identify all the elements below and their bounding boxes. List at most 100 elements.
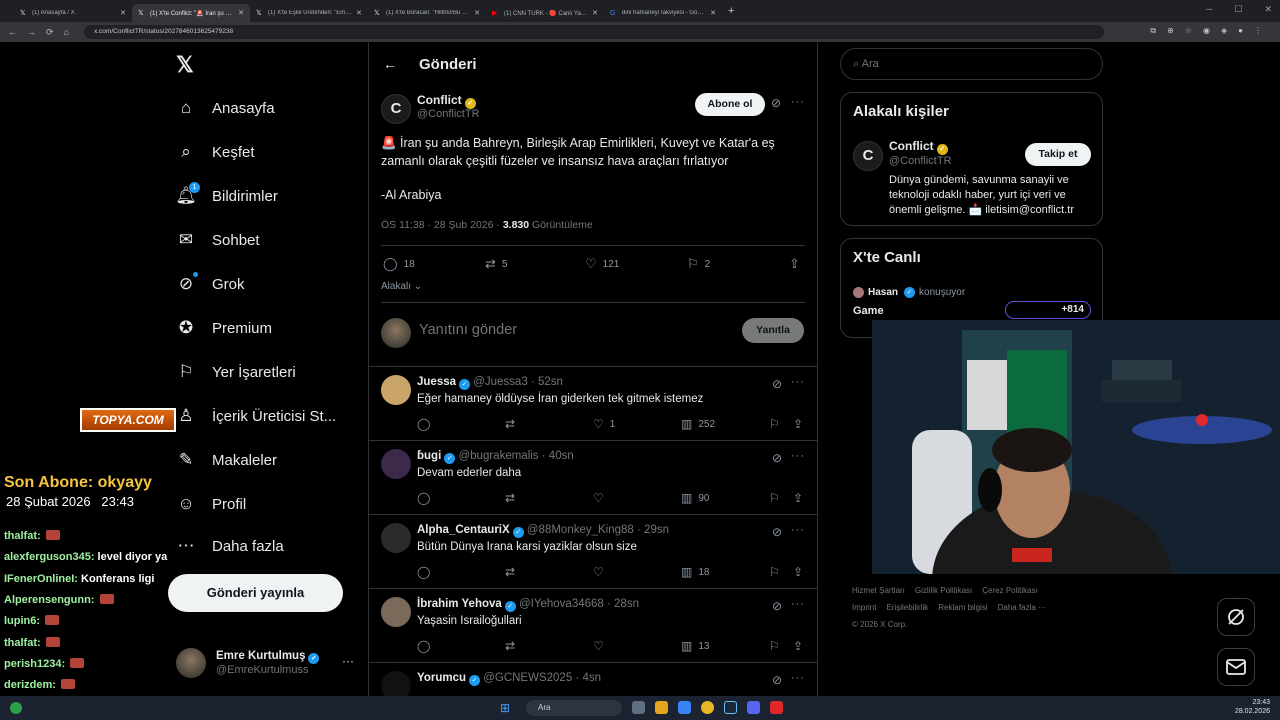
live-game[interactable]: Game: [853, 305, 884, 317]
url-bar[interactable]: x.com/ConflictTR/status/2027846013625479…: [84, 25, 1104, 39]
repost-button[interactable]: ⇄: [505, 565, 521, 579]
bookmark-button[interactable]: ⚐ 2: [687, 256, 710, 272]
related-avatar[interactable]: C: [853, 141, 883, 171]
close-tab-icon[interactable]: ✕: [474, 9, 480, 17]
footer-link[interactable]: Hizmet Şartları: [852, 586, 905, 595]
reply-author-handle[interactable]: @GCNEWS2025: [483, 672, 572, 684]
sidebar-item-home[interactable]: ⌂ Anasayfa: [176, 94, 275, 122]
reply-author-row[interactable]: İbrahim Yehova ✓ @IYehova34668 · 28sn: [417, 598, 639, 612]
related-handle[interactable]: @ConflictTR: [889, 155, 952, 167]
browser-tab[interactable]: ▶ (1) CNN TÜRK - 🔴 Canlı Yayın ✕: [486, 4, 604, 22]
reply-input[interactable]: Yanıtını gönder: [419, 322, 517, 338]
forward-arrow-icon[interactable]: →: [27, 27, 36, 37]
post-button[interactable]: Gönderi yayınla: [168, 574, 343, 612]
close-tab-icon[interactable]: ✕: [592, 9, 598, 17]
grok-icon[interactable]: ⊘: [772, 673, 782, 687]
file-explorer-icon[interactable]: [655, 701, 668, 714]
more-icon[interactable]: ···: [342, 654, 354, 668]
browser-tab[interactable]: 𝕏 (1) X'te Boracan: "Hiltmi//Bu ulu... ✕: [368, 4, 486, 22]
new-tab-button[interactable]: +: [728, 5, 734, 17]
author-avatar[interactable]: C: [381, 94, 411, 124]
more-icon[interactable]: ···: [791, 96, 805, 108]
reply-button[interactable]: ◯: [417, 639, 436, 653]
browser-tab[interactable]: 𝕏 (1) Anasayfa / X ✕: [14, 4, 132, 22]
recording-icon[interactable]: [770, 701, 783, 714]
reply-button[interactable]: ◯ 18: [383, 256, 415, 272]
menu-icon[interactable]: ⋮: [1254, 26, 1262, 36]
sidebar-item-bookmark[interactable]: ⚐ Yer İşaretleri: [176, 358, 295, 386]
sidebar-item-grok[interactable]: ⊘ Grok: [176, 270, 245, 298]
task-view-icon[interactable]: [632, 701, 645, 714]
discord-icon[interactable]: [747, 701, 760, 714]
reply-author-name[interactable]: ɓugi: [417, 450, 441, 462]
related-name-row[interactable]: Conflict ✓: [889, 139, 948, 155]
like-button[interactable]: ♡ 121: [585, 256, 619, 272]
reply-author-name[interactable]: İbrahim Yehova: [417, 598, 502, 610]
reply-tweet[interactable]: Yorumcu✓ @GCNEWS2025 · 4sn⊘···◯⇄♡▥⚐⇪: [369, 663, 817, 696]
more-icon[interactable]: ···: [791, 376, 805, 388]
avatar[interactable]: [381, 449, 411, 479]
reply-tweet[interactable]: Alpha_CentauriX ✓ @88Monkey_King88 · 29sn…: [369, 515, 817, 589]
grok-fab[interactable]: [1217, 598, 1255, 636]
repost-button[interactable]: ⇄: [505, 491, 521, 505]
grok-icon[interactable]: ⊘: [771, 96, 781, 110]
browser-tab[interactable]: 𝕏 (1) X'te Eşkil Üretimden: "Emre... ✕: [250, 4, 368, 22]
taskbar-clock[interactable]: 23:43 28.02.2026: [1235, 698, 1270, 716]
close-tab-icon[interactable]: ✕: [356, 9, 362, 17]
reply-tweet[interactable]: İbrahim Yehova ✓ @IYehova34668 · 28sn ⊘ ···…: [369, 589, 817, 663]
home-icon[interactable]: ⌂: [64, 27, 69, 37]
minimize-icon[interactable]: ─: [1206, 4, 1212, 15]
sidebar-item-mail[interactable]: ✉ Sohbet: [176, 226, 260, 254]
views-button[interactable]: ▥ 18: [681, 565, 709, 579]
grok-icon[interactable]: ⊘: [772, 377, 782, 391]
views-button[interactable]: ▥ 90: [681, 491, 709, 505]
repost-button[interactable]: ⇄: [505, 639, 521, 653]
reply-time[interactable]: 28sn: [614, 598, 639, 610]
reply-tweet[interactable]: ɓugi ✓ @bugrakemalis · 40sn ⊘ ··· Devam eder…: [369, 441, 817, 515]
share-button[interactable]: ⇪: [793, 417, 809, 431]
reply-author-row[interactable]: ɓugi ✓ @bugrakemalis · 40sn: [417, 450, 574, 464]
reply-button[interactable]: ◯: [417, 417, 436, 431]
close-window-icon[interactable]: ✕: [1264, 4, 1272, 15]
author-handle[interactable]: @ConflictTR: [417, 108, 480, 120]
close-tab-icon[interactable]: ✕: [120, 9, 126, 17]
avatar[interactable]: [381, 523, 411, 553]
reply-button[interactable]: ◯: [417, 565, 436, 579]
browser-tab[interactable]: Gdini hamaneyı takviyesi - Goog... ✕: [604, 4, 722, 22]
weather-icon[interactable]: [10, 702, 22, 714]
related-name[interactable]: Conflict: [889, 139, 934, 153]
browser-tab-active[interactable]: 𝕏 (1) X'te Conflict: "🚨 İran şu an... ✕: [132, 4, 250, 22]
reply-author-row[interactable]: Juessa ✓ @Juessa3 · 52sn: [417, 376, 563, 390]
taskbar-search[interactable]: Ara: [526, 700, 622, 716]
close-tab-icon[interactable]: ✕: [710, 9, 716, 17]
like-button[interactable]: ♡: [593, 565, 610, 579]
reply-time[interactable]: 52sn: [538, 376, 563, 388]
reply-author-row[interactable]: Alpha_CentauriX ✓ @88Monkey_King88 · 29sn: [417, 524, 669, 538]
share-button[interactable]: ⇪: [793, 491, 809, 505]
footer-link[interactable]: Gizlilik Politikası: [915, 586, 972, 595]
live-listeners[interactable]: +814: [1005, 301, 1091, 319]
footer-link[interactable]: Erişilebilirlik: [886, 603, 928, 612]
reply-author-handle[interactable]: @88Monkey_King88: [527, 524, 634, 536]
windows-start-icon[interactable]: ⊞: [500, 701, 510, 715]
reply-author-handle[interactable]: @bugrakemalis: [458, 450, 538, 462]
messages-fab[interactable]: [1217, 648, 1255, 686]
back-arrow-icon[interactable]: ←: [383, 56, 397, 72]
reply-button[interactable]: ◯: [417, 491, 436, 505]
more-icon[interactable]: ···: [791, 524, 805, 536]
zoom-icon[interactable]: ⊕: [1167, 26, 1174, 36]
reload-icon[interactable]: ⟳: [46, 27, 54, 38]
avatar[interactable]: [381, 671, 411, 696]
more-icon[interactable]: ···: [791, 598, 805, 610]
repost-button[interactable]: ⇄ 5: [485, 256, 507, 272]
more-icon[interactable]: ···: [791, 672, 805, 684]
sidebar-item-bell[interactable]: 🔔︎ 1 Bildirimler: [175, 182, 278, 210]
reply-tweet[interactable]: Juessa ✓ @Juessa3 · 52sn ⊘ ··· Eğer hamaney …: [369, 367, 817, 441]
install-icon[interactable]: ⧉: [1150, 26, 1156, 36]
avatar[interactable]: [381, 375, 411, 405]
share-button[interactable]: ⇪: [793, 639, 809, 653]
follow-button[interactable]: Takip et: [1025, 143, 1091, 166]
footer-link[interactable]: Daha fazla ···: [998, 603, 1046, 612]
like-button[interactable]: ♡: [593, 491, 610, 505]
reply-author-name[interactable]: Alpha_CentauriX: [417, 524, 510, 536]
